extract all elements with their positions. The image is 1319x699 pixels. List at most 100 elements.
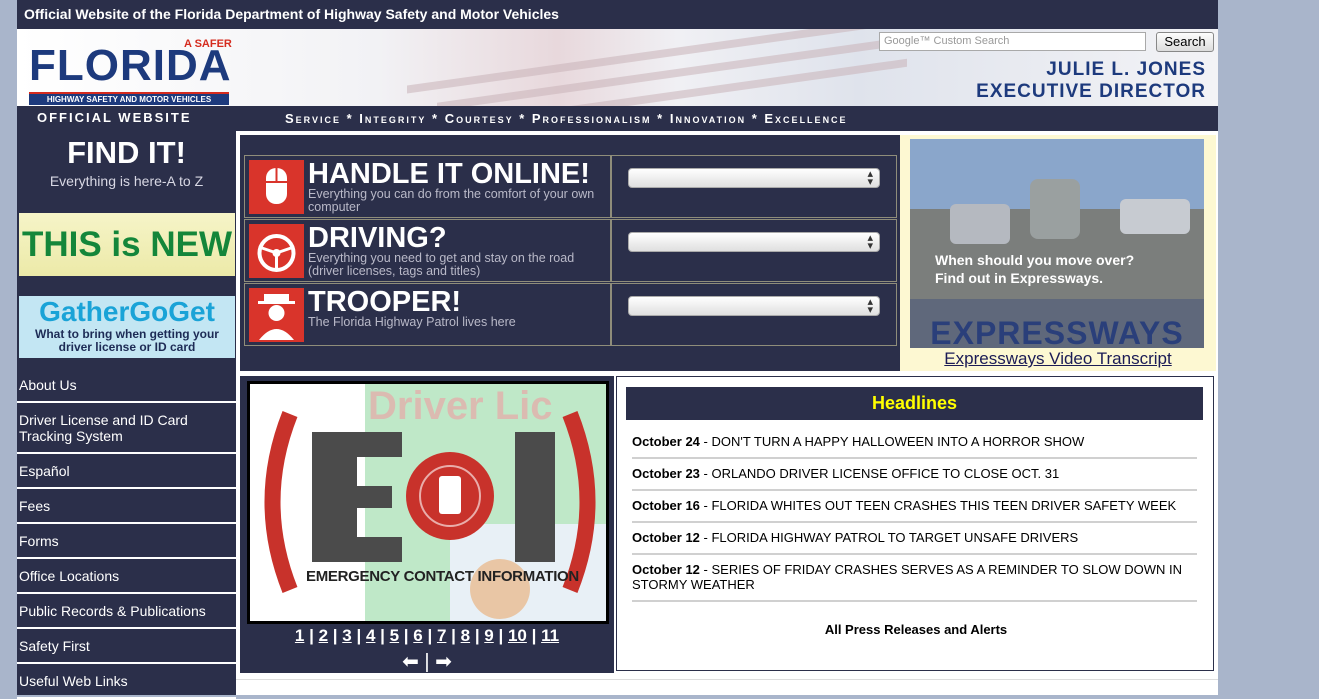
trooper-title: TROOPER! — [308, 286, 462, 318]
expressways-video: When should you move over? Find out in E… — [900, 135, 1216, 371]
headline-item[interactable]: October 12 - FLORIDA HIGHWAY PATROL TO T… — [632, 523, 1197, 555]
headline-date: October 12 — [632, 530, 700, 545]
slide-page-8[interactable]: 8 — [461, 626, 470, 645]
nav-forms[interactable]: Forms — [17, 524, 236, 559]
headlines-panel: Headlines October 24 - DON'T TURN A HAPP… — [616, 376, 1214, 671]
slide-page-10[interactable]: 10 — [508, 626, 527, 645]
eci-slide[interactable]: Driver Lic EMERGENCY CONTACT INFORMATION — [247, 381, 609, 624]
headline-item[interactable]: October 16 - FLORIDA WHITES OUT TEEN CRA… — [632, 491, 1197, 523]
slide-page-7[interactable]: 7 — [437, 626, 446, 645]
headline-date: October 12 — [632, 562, 700, 577]
handle-online-row[interactable]: HANDLE IT ONLINE! Everything you can do … — [244, 155, 611, 218]
steering-wheel-icon — [249, 224, 304, 278]
headline-text: - DON'T TURN A HAPPY HALLOWEEN INTO A HO… — [699, 434, 1085, 449]
all-press-releases-link[interactable]: All Press Releases and Alerts — [617, 622, 1215, 637]
search-brand-text: Google — [884, 35, 920, 47]
slide-page-1[interactable]: 1 — [295, 626, 304, 645]
page: Official Website of the Florida Departme… — [17, 0, 1218, 699]
handle-online-dropdown[interactable]: ▴ ▾ — [628, 168, 880, 188]
slide-page-6[interactable]: 6 — [413, 626, 422, 645]
director-block: JULIE L. JONES EXECUTIVE DIRECTOR — [976, 59, 1206, 103]
nav-office-locations[interactable]: Office Locations — [17, 559, 236, 594]
nav-fees[interactable]: Fees — [17, 489, 236, 524]
headline-text: - ORLANDO DRIVER LICENSE OFFICE TO CLOSE… — [699, 466, 1060, 481]
dropdown-arrows-icon: ▴ ▾ — [867, 296, 873, 316]
headline-date: October 23 — [632, 466, 700, 481]
nav-about-us[interactable]: About Us — [17, 368, 236, 403]
gathergoget-banner[interactable]: GatherGoGet What to bring when getting y… — [19, 296, 235, 358]
logo-florida-text: FLORIDA — [29, 41, 232, 90]
headline-item[interactable]: October 23 - ORLANDO DRIVER LICENSE OFFI… — [632, 459, 1197, 491]
this-is-new-banner[interactable]: THIS is NEW — [19, 213, 235, 276]
handle-it-panel: HANDLE IT ONLINE! Everything you can do … — [240, 135, 900, 371]
video-caption-line2: Find out in Expressways. — [935, 270, 1104, 286]
expressways-transcript-link[interactable]: Expressways Video Transcript — [900, 349, 1216, 369]
handle-online-select-cell: ▴ ▾ — [611, 155, 897, 218]
trooper-select-cell: ▴ ▾ — [611, 283, 897, 346]
nav-useful-links[interactable]: Useful Web Links — [17, 664, 236, 699]
slideshow-pagination: 1 | 2 | 3 | 4 | 5 | 6 | 7 | 8 | 9 | 10 |… — [294, 626, 560, 645]
official-website-label: OFFICIAL WEBSITE — [37, 110, 192, 125]
find-it-banner[interactable]: FIND IT! Everything is here-A to Z — [17, 133, 236, 201]
mouse-icon — [249, 160, 304, 214]
prev-arrow-icon[interactable]: ⬅ — [402, 651, 419, 673]
gathergoget-title: GatherGoGet — [39, 296, 215, 327]
logo-subtitle: HIGHWAY SAFETY AND MOTOR VEHICLES — [29, 92, 229, 105]
next-arrow-icon[interactable]: ➡ — [435, 651, 452, 673]
slide-page-9[interactable]: 9 — [484, 626, 493, 645]
nav-espanol[interactable]: Español — [17, 454, 236, 489]
site-title-bar: Official Website of the Florida Departme… — [17, 0, 1218, 29]
header-banner: A SAFER FLORIDA HIGHWAY SAFETY AND MOTOR… — [17, 29, 1218, 106]
video-thumbnail[interactable]: When should you move over? Find out in E… — [910, 139, 1204, 348]
video-caption: When should you move over? Find out in E… — [935, 251, 1134, 287]
driving-select-cell: ▴ ▾ — [611, 219, 897, 282]
slideshow-arrows: ⬅ | ➡ — [402, 651, 452, 673]
slide-page-2[interactable]: 2 — [319, 626, 328, 645]
find-it-subtitle: Everything is here-A to Z — [49, 173, 204, 189]
trooper-row[interactable]: TROOPER! The Florida Highway Patrol live… — [244, 283, 611, 346]
driving-dropdown[interactable]: ▴ ▾ — [628, 232, 880, 252]
director-name: JULIE L. JONES — [1046, 59, 1206, 80]
handle-online-title: HANDLE IT ONLINE! — [308, 158, 590, 190]
headlines-title: Headlines — [626, 387, 1203, 420]
slide-page-4[interactable]: 4 — [366, 626, 375, 645]
slide-page-11[interactable]: 11 — [541, 626, 559, 645]
sidebar-nav: About Us Driver License and ID Card Trac… — [17, 368, 236, 699]
trooper-dropdown[interactable]: ▴ ▾ — [628, 296, 880, 316]
handle-online-subtitle: Everything you can do from the comfort o… — [308, 187, 595, 214]
driving-row[interactable]: DRIVING? Everything you need to get and … — [244, 219, 611, 282]
headline-date: October 16 — [632, 498, 700, 513]
nav-public-records[interactable]: Public Records & Publications — [17, 594, 236, 629]
headline-text: - FLORIDA WHITES OUT TEEN CRASHES THIS T… — [699, 498, 1177, 513]
headline-item[interactable]: October 12 - SERIES OF FRIDAY CRASHES SE… — [632, 555, 1197, 602]
search-placeholder: Custom Search — [933, 35, 1010, 47]
florida-hsmv-logo[interactable]: A SAFER FLORIDA HIGHWAY SAFETY AND MOTOR… — [29, 31, 234, 105]
gathergoget-subtitle: What to bring when getting your driver l… — [35, 327, 219, 354]
dropdown-arrows-icon: ▴ ▾ — [867, 232, 873, 252]
headline-item[interactable]: October 24 - DON'T TURN A HAPPY HALLOWEE… — [632, 427, 1197, 459]
trooper-icon — [249, 288, 304, 342]
slideshow-panel: Driver Lic EMERGENCY CONTACT INFORMATION… — [240, 376, 614, 673]
motto: Service * Integrity * Courtesy * Profess… — [285, 111, 848, 126]
video-caption-line1: When should you move over? — [935, 252, 1135, 268]
search-input[interactable]: Google™ Custom Search — [879, 32, 1146, 51]
driving-subtitle: Everything you need to get and stay on t… — [308, 251, 575, 278]
eci-caption: EMERGENCY CONTACT INFORMATION — [306, 568, 579, 585]
headlines-list: October 24 - DON'T TURN A HAPPY HALLOWEE… — [632, 427, 1197, 602]
divider — [236, 679, 1218, 680]
headline-text: - SERIES OF FRIDAY CRASHES SERVES AS A R… — [632, 562, 1182, 592]
nav-safety-first[interactable]: Safety First — [17, 629, 236, 664]
slide-overlay-text: Driver Lic — [368, 384, 553, 428]
nav-dl-tracking[interactable]: Driver License and ID Card Tracking Syst… — [17, 403, 236, 454]
driving-title: DRIVING? — [308, 222, 447, 254]
search-button[interactable]: Search — [1156, 32, 1214, 52]
find-it-title: FIND IT! — [67, 135, 186, 170]
director-title: EXECUTIVE DIRECTOR — [976, 81, 1206, 102]
video-overlay-title: EXPRESSWAYS — [930, 315, 1184, 348]
slide-page-5[interactable]: 5 — [390, 626, 399, 645]
main-content: HANDLE IT ONLINE! Everything you can do … — [236, 131, 1218, 695]
trooper-subtitle: The Florida Highway Patrol lives here — [308, 315, 516, 329]
slide-page-3[interactable]: 3 — [342, 626, 351, 645]
dropdown-arrows-icon: ▴ ▾ — [867, 168, 873, 188]
headline-text: - FLORIDA HIGHWAY PATROL TO TARGET UNSAF… — [699, 530, 1079, 545]
